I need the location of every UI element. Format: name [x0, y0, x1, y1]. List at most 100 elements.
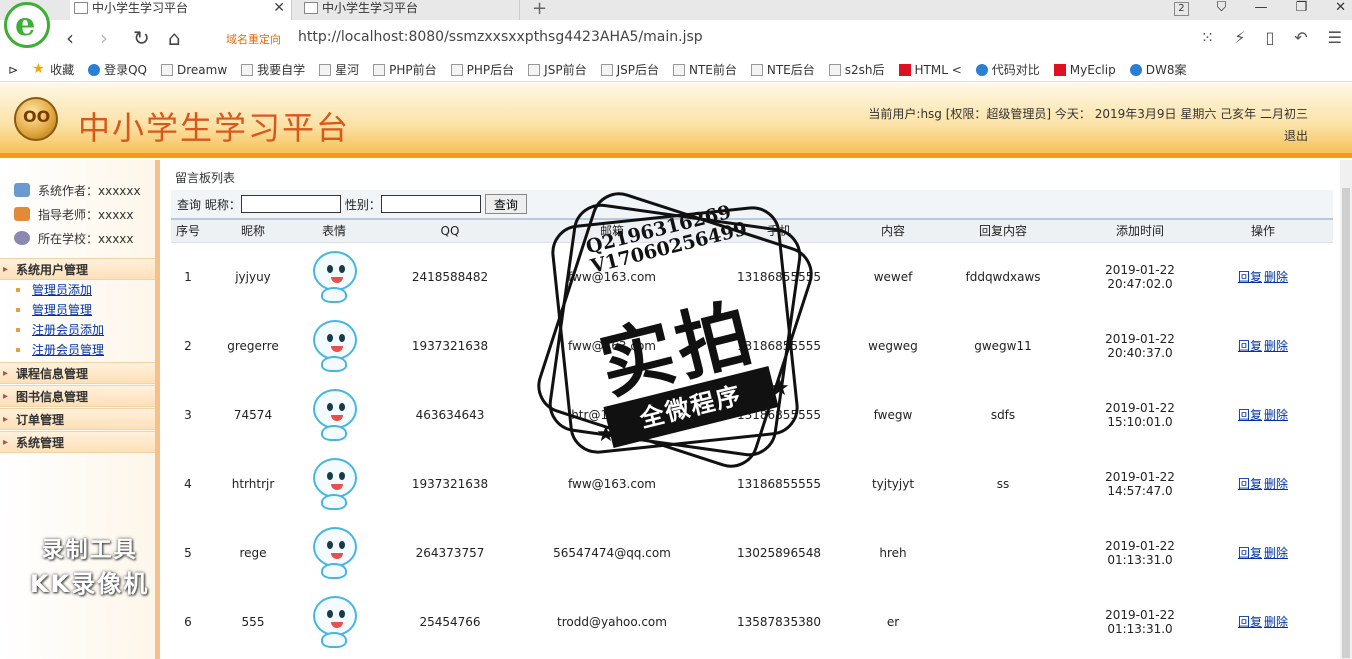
bookmark-favorites[interactable]: ★ 收藏: [32, 61, 74, 78]
refresh-icon[interactable]: ↻: [133, 26, 150, 50]
undo-icon[interactable]: ↶: [1294, 28, 1307, 47]
bookmark-code-compare[interactable]: 代码对比: [975, 61, 1040, 78]
gender-label: 性别：: [344, 197, 381, 212]
emoji-face-icon: [305, 245, 363, 305]
delete-link[interactable]: 删除: [1264, 477, 1288, 491]
qq-icon: [88, 63, 101, 76]
sidebar-group-orders[interactable]: 订单管理: [0, 408, 155, 431]
paw-icon: [1129, 63, 1142, 76]
cell-no: 5: [184, 545, 192, 560]
table-row: 4 htrhtrjr 1937321638 fww@163.com 1318685555…: [171, 449, 1333, 518]
cell-no: 3: [184, 407, 192, 422]
delete-link[interactable]: 删除: [1264, 546, 1288, 560]
sidebar-group-books[interactable]: 图书信息管理: [0, 385, 155, 408]
bookmark-nte-back[interactable]: NTE后台: [750, 61, 815, 78]
cell-time: 2019-01-22 20:40:37.0: [1105, 331, 1175, 360]
bookmark-icon[interactable]: ▯: [1265, 28, 1274, 47]
delete-link[interactable]: 删除: [1264, 408, 1288, 422]
sidebar-group-system[interactable]: 系统管理: [0, 431, 155, 454]
col-time: 添加时间: [1087, 220, 1193, 243]
grid-icon[interactable]: ⁙: [1201, 28, 1214, 47]
shirt-icon[interactable]: ⛉: [1217, 0, 1227, 20]
sidebar-group-system-users[interactable]: 系统用户管理: [0, 258, 155, 281]
cell-time: 2019-01-22 15:10:01.0: [1105, 400, 1175, 429]
scrollbar-thumb[interactable]: [1342, 188, 1350, 658]
cell-reply: sdfs: [990, 407, 1016, 422]
new-tab-icon[interactable]: +: [532, 0, 547, 19]
browser-tab-bar: 中小学生学习平台 ✕ 中小学生学习平台 + 2 ⛉ — ❐ ✕: [0, 0, 1352, 20]
bookmark-jsp-back[interactable]: JSP后台: [600, 61, 659, 78]
delete-link[interactable]: 删除: [1264, 339, 1288, 353]
sidebar-item-member-manage[interactable]: 注册会员管理: [0, 340, 155, 360]
teacher-icon: [14, 207, 30, 221]
cell-phone: 13186855555: [737, 338, 821, 353]
table-row: 2 gregerre 1937321638 fww@163.com 1318685555…: [171, 311, 1333, 380]
bookmark-myeclipse[interactable]: MyEclip: [1053, 63, 1116, 77]
bookmark-php-back[interactable]: PHP后台: [450, 61, 514, 78]
current-user-info: 当前用户:hsg [权限：超级管理员] 今天： 2019年3月9日 星期六 己亥…: [868, 107, 1308, 121]
reply-link[interactable]: 回复: [1238, 339, 1262, 353]
restore-icon[interactable]: ❐: [1295, 0, 1307, 20]
reply-link[interactable]: 回复: [1238, 615, 1262, 629]
cell-nickname: jyjyuy: [235, 269, 271, 284]
bookmark-dreamweaver[interactable]: Dreamw: [160, 63, 227, 77]
reply-link[interactable]: 回复: [1238, 408, 1262, 422]
cell-actions: 回复 删除: [1193, 449, 1333, 518]
delete-link[interactable]: 删除: [1264, 270, 1288, 284]
bookmark-html[interactable]: HTML <: [898, 63, 962, 77]
bookmark-jsp-front[interactable]: JSP前台: [528, 61, 587, 78]
col-phone: 手机: [691, 220, 867, 243]
sidebar-group-course[interactable]: 课程信息管理: [0, 362, 155, 385]
bookmark-selfstudy[interactable]: 我要自学: [241, 61, 305, 78]
cell-nickname: gregerre: [227, 338, 279, 353]
browser-tab-active[interactable]: 中小学生学习平台 ✕: [70, 0, 292, 20]
users-icon: [14, 183, 30, 197]
nickname-input[interactable]: [240, 195, 341, 213]
sidebar-item-member-add[interactable]: 注册会员添加: [0, 320, 155, 340]
gender-input[interactable]: [380, 195, 481, 213]
url-field[interactable]: http://localhost:8080/ssmzxxsxxpthsg4423…: [298, 29, 703, 45]
col-content: 内容: [867, 220, 919, 243]
bookmark-qq[interactable]: 登录QQ: [88, 61, 147, 78]
bookmark-dw8[interactable]: DW8案: [1129, 61, 1186, 78]
tab-count-badge[interactable]: 2: [1174, 2, 1189, 16]
dreamweaver-icon: [160, 63, 173, 76]
delete-link[interactable]: 删除: [1264, 615, 1288, 629]
bookmark-nte-front[interactable]: NTE前台: [672, 61, 737, 78]
table-header: 序号 昵称 表情 QQ 邮箱 手机 内容 回复内容 添加时间 操作: [171, 220, 1333, 243]
cell-email: 56547474@qq.com: [553, 545, 671, 560]
cell-phone: 13186855555: [737, 269, 821, 284]
menu-icon[interactable]: ☰: [1328, 28, 1342, 47]
col-actions: 操作: [1193, 220, 1333, 243]
reply-link[interactable]: 回复: [1238, 546, 1262, 560]
sidebar-toggle-icon[interactable]: ⊳: [8, 63, 18, 77]
emoji-face-icon: [305, 314, 363, 374]
cell-nickname: htrhtrjr: [231, 476, 275, 491]
tab-label: 中小学生学习平台: [322, 1, 419, 15]
close-tab-icon[interactable]: ✕: [273, 0, 285, 16]
app-title: 中小学生学习平台: [78, 109, 351, 147]
home-icon[interactable]: ⌂: [168, 26, 181, 50]
scrollbar[interactable]: [1340, 160, 1352, 659]
reply-link[interactable]: 回复: [1238, 477, 1262, 491]
close-window-icon[interactable]: ✕: [1335, 0, 1346, 20]
forward-icon[interactable]: ›: [100, 26, 108, 50]
browser-tab-inactive[interactable]: 中小学生学习平台: [300, 0, 520, 20]
cell-no: 4: [184, 476, 192, 491]
sidebar-item-admin-add[interactable]: 管理员添加: [0, 280, 155, 300]
cell-content: wewef: [873, 269, 913, 284]
logout-link[interactable]: 退出: [1284, 127, 1308, 144]
back-icon[interactable]: ‹: [66, 26, 74, 50]
search-button[interactable]: 查询: [484, 194, 527, 214]
bookmark-s2sh[interactable]: s2sh后: [828, 61, 885, 78]
minimize-icon[interactable]: —: [1254, 0, 1267, 20]
cell-emoji: [301, 242, 367, 311]
globe-icon: [14, 231, 30, 245]
lightning-icon[interactable]: ⚡: [1234, 28, 1245, 47]
teacher-row: 指导老师：xxxxx: [14, 202, 155, 226]
cell-qq: 1937321638: [411, 338, 489, 353]
sidebar-item-admin-manage[interactable]: 管理员管理: [0, 300, 155, 320]
bookmark-xinghe[interactable]: 星河: [319, 61, 359, 78]
reply-link[interactable]: 回复: [1238, 270, 1262, 284]
bookmark-php-front[interactable]: PHP前台: [373, 61, 437, 78]
